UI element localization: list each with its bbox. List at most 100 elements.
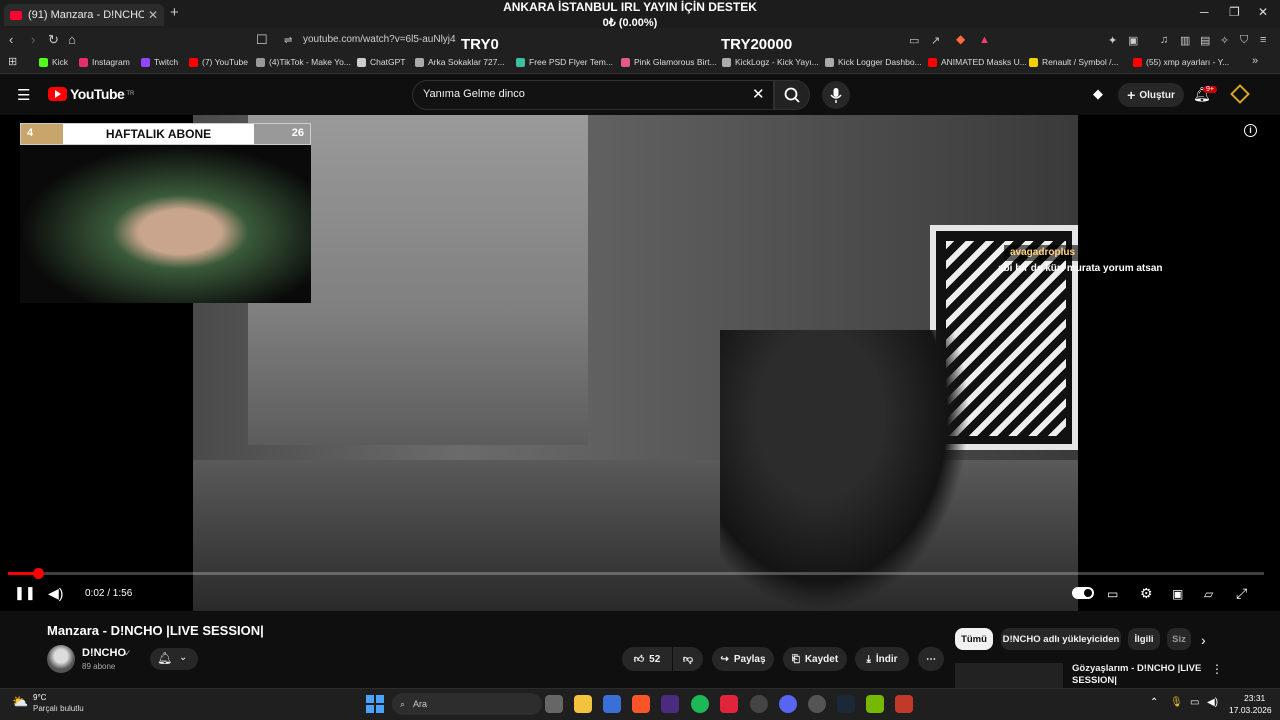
apps-grid-icon[interactable]: ⊞ [8, 55, 17, 68]
cast-icon[interactable]: ▭ [909, 34, 919, 47]
site-info-icon[interactable]: ⇌ [284, 35, 292, 46]
bookmark-item[interactable]: ChatGPT [357, 57, 405, 67]
spotify-icon[interactable] [691, 695, 709, 713]
bookmark-item[interactable]: Renault / Symbol /... [1029, 57, 1119, 67]
minimize-icon[interactable]: ─ [1200, 5, 1209, 19]
obs-icon[interactable] [808, 695, 826, 713]
browser-tab[interactable]: (91) Manzara - D!NCHO |LIVE ✕ [4, 4, 164, 26]
task-view-icon[interactable] [545, 695, 563, 713]
like-button[interactable]: 👍︎ 52 [622, 647, 672, 671]
wallet-icon[interactable]: ▤ [1200, 34, 1210, 47]
related-thumbnail[interactable] [955, 663, 1063, 688]
fullscreen-icon[interactable]: ⤢ [1236, 585, 1247, 602]
store-icon[interactable] [603, 695, 621, 713]
bookmark-item[interactable]: Kick [39, 57, 68, 67]
search-input[interactable]: Yanıma Gelme dinco [423, 88, 525, 100]
search-button[interactable] [774, 80, 810, 110]
clear-search-icon[interactable]: ✕ [752, 85, 765, 103]
autoplay-toggle[interactable] [1072, 587, 1094, 599]
opera-icon[interactable] [720, 695, 738, 713]
settings-app-icon[interactable] [750, 695, 768, 713]
speaker-tray-icon[interactable]: ◀) [1207, 697, 1218, 708]
chip-related[interactable]: İlgili [1128, 628, 1160, 650]
taskbar-search[interactable]: ⌕ Ara [392, 693, 542, 715]
taskbar-date: 17.03.2026 [1229, 705, 1272, 715]
hamburger-menu-icon[interactable]: ☰ [17, 86, 30, 104]
music-icon[interactable]: ♫ [1160, 34, 1168, 46]
bookmark-item[interactable]: Free PSD Flyer Tem... [516, 57, 613, 67]
display-tray-icon[interactable]: ▭ [1190, 697, 1199, 708]
streamer-webcam [20, 145, 311, 303]
download-button[interactable]: ⤓ İndir [855, 647, 909, 671]
chip-you[interactable]: Siz [1167, 628, 1191, 650]
url-field[interactable]: youtube.com/watch?v=6l5-auNlyj4 [303, 34, 456, 45]
bookmark-icon[interactable]: ☐ [256, 32, 268, 48]
forward-icon[interactable]: › [31, 32, 35, 47]
vpn-icon[interactable]: ⛉ [1240, 34, 1248, 47]
new-tab-icon[interactable]: + [170, 4, 179, 21]
discord-icon[interactable] [779, 695, 797, 713]
subscribed-bell-button[interactable]: 🔔︎ ⌄ [150, 648, 198, 670]
bookmark-item[interactable]: Twitch [141, 57, 178, 67]
streaming-app-icon[interactable] [895, 695, 913, 713]
mic-tray-icon[interactable]: 🎙︎ [1170, 697, 1183, 708]
settings-icon[interactable]: ⚙ [1140, 585, 1153, 602]
menu-icon[interactable]: ≡ [1260, 34, 1266, 46]
bookmark-item[interactable]: (7) YouTube [189, 57, 248, 67]
bookmark-item[interactable]: Arka Sokaklar 727... [415, 57, 505, 67]
youtube-logo[interactable]: YouTube TR [48, 86, 134, 102]
more-bookmarks-icon[interactable]: » [1252, 55, 1258, 67]
dislike-button[interactable]: 👎︎ [673, 647, 703, 671]
screenshot-icon[interactable]: ▣ [1128, 34, 1138, 47]
volume-icon[interactable]: ◀) [48, 585, 63, 602]
more-actions-button[interactable]: ⋯ [918, 647, 944, 671]
info-icon[interactable]: i [1244, 124, 1257, 137]
channel-name[interactable]: D!NCHO [82, 647, 126, 659]
file-explorer-icon[interactable] [574, 695, 592, 713]
brave-rewards-icon[interactable]: ▲ [979, 34, 990, 46]
share-button[interactable]: ↪ Paylaş [712, 647, 774, 671]
cast-player-icon[interactable]: ▱ [1204, 587, 1213, 601]
bookmark-item[interactable]: (55) xmp ayarları - Y... [1133, 57, 1229, 67]
channel-avatar[interactable] [47, 645, 75, 673]
maximize-icon[interactable]: ❐ [1229, 5, 1240, 19]
weather-cloud-icon[interactable]: ⛅ [12, 694, 28, 710]
chip-all[interactable]: Tümü [955, 628, 993, 650]
chips-next-icon[interactable]: › [1201, 632, 1206, 648]
pause-icon[interactable]: ❚❚ [14, 585, 36, 601]
bookmark-item[interactable]: (4)TikTok - Make Yo... [256, 57, 351, 67]
tray-expand-icon[interactable]: ⌃ [1150, 697, 1158, 708]
related-more-icon[interactable]: ⋮ [1211, 662, 1223, 676]
start-button[interactable] [366, 695, 384, 713]
home-icon[interactable]: ⌂ [68, 32, 76, 47]
close-window-icon[interactable]: ✕ [1258, 5, 1268, 19]
steam-icon[interactable] [837, 695, 855, 713]
next-app-icon[interactable] [661, 695, 679, 713]
close-tab-icon[interactable]: ✕ [148, 8, 158, 22]
voice-search-button[interactable] [822, 81, 850, 109]
bookmark-item[interactable]: Pink Glamorous Birt... [621, 57, 717, 67]
save-button[interactable]: ⎗ Kaydet [783, 647, 847, 671]
miniplayer-icon[interactable]: ▣ [1172, 587, 1183, 601]
create-video-icon[interactable]: ◆ [1093, 86, 1103, 102]
reload-icon[interactable]: ↻ [48, 32, 59, 48]
extensions-icon[interactable]: ✦ [1108, 34, 1117, 47]
progress-bar[interactable] [8, 572, 1264, 575]
bookmark-item[interactable]: Kick Logger Dashbo... [825, 57, 922, 67]
back-icon[interactable]: ‹ [9, 32, 13, 47]
sidebar-icon[interactable]: ▥ [1180, 34, 1190, 47]
chip-uploader[interactable]: D!NCHO adlı yükleyiciden [1001, 628, 1121, 650]
create-button[interactable]: + Oluştur [1118, 83, 1184, 107]
brave-shield-icon[interactable]: ◆ [956, 32, 965, 46]
leo-ai-icon[interactable]: ✧ [1220, 34, 1229, 47]
nvidia-icon[interactable] [866, 695, 884, 713]
bookmark-item[interactable]: Instagram [79, 57, 130, 67]
share-icon[interactable]: ↗ [931, 34, 940, 47]
related-video-title[interactable]: Gözyaşlarım - D!NCHO |LIVE SESSION| [1072, 663, 1202, 687]
brave-browser-icon[interactable] [632, 695, 650, 713]
bookmark-item[interactable]: KickLogz - Kick Yayı... [722, 57, 819, 67]
psd-icon [516, 57, 525, 67]
subtitles-icon[interactable]: ▭ [1107, 587, 1118, 601]
progress-scrubber[interactable] [33, 568, 44, 579]
bookmark-item[interactable]: ANIMATED Masks U... [928, 57, 1027, 67]
